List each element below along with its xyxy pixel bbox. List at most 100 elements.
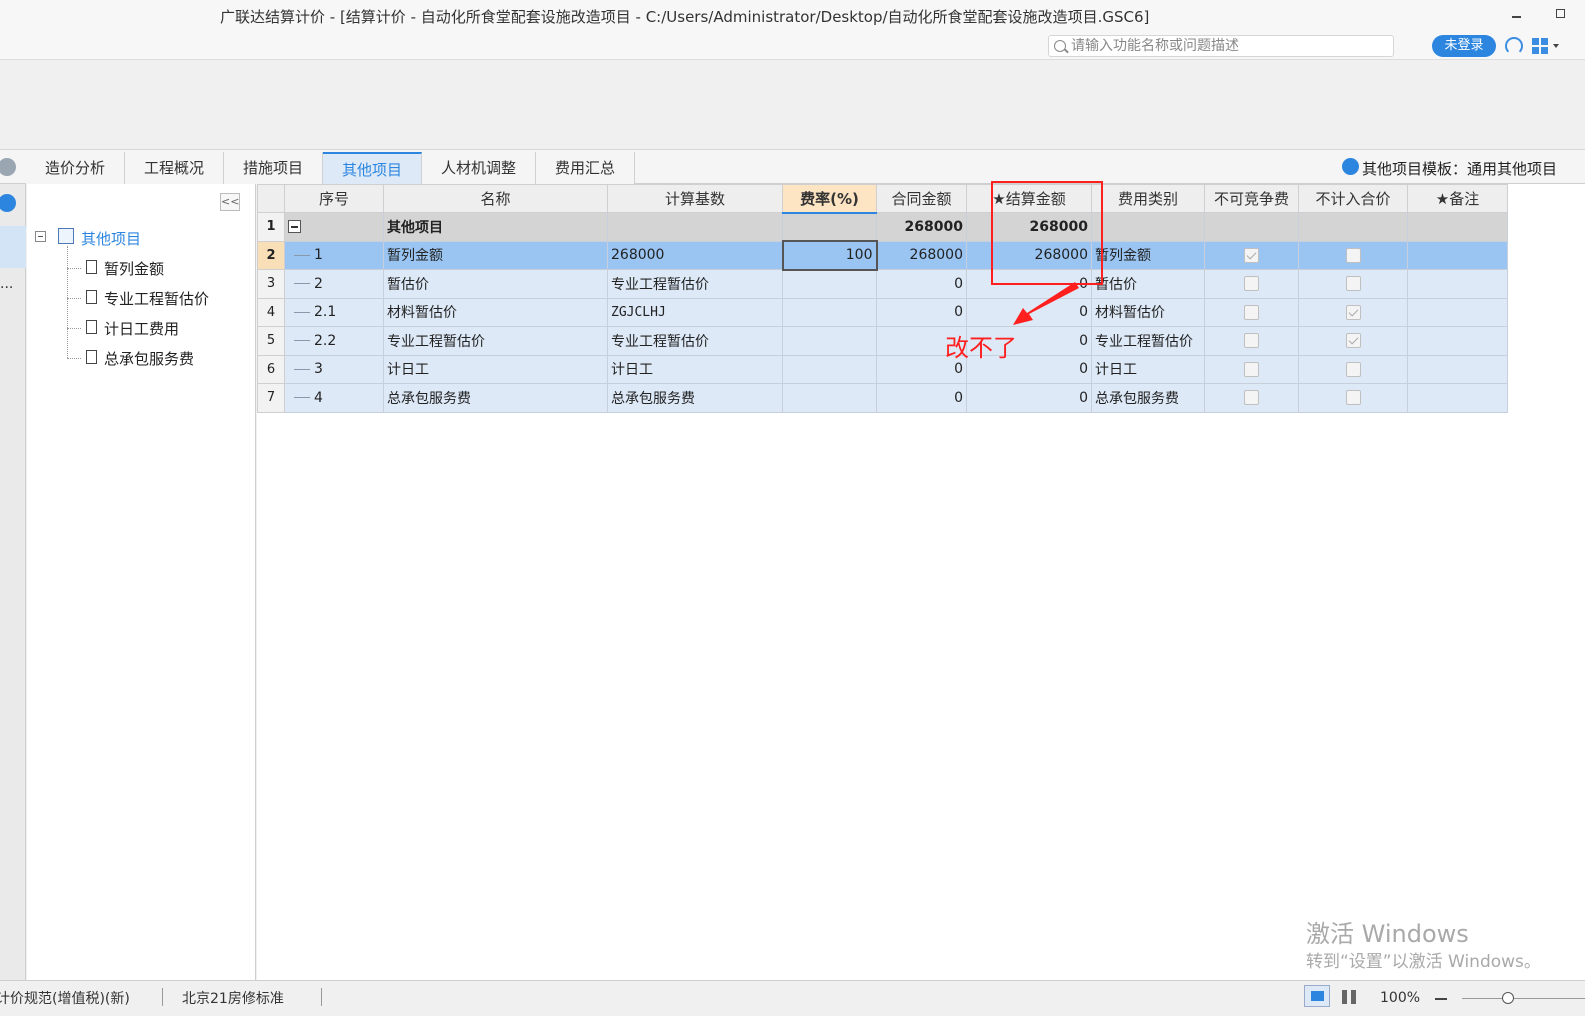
cell-note[interactable] bbox=[1407, 212, 1508, 242]
cell-name[interactable]: 材料暂估价 bbox=[383, 297, 608, 327]
col-header-base[interactable]: 计算基数 bbox=[607, 184, 783, 213]
cell-contract[interactable]: 268000 bbox=[876, 212, 967, 242]
cell-noncomp[interactable] bbox=[1204, 240, 1299, 270]
cell-exclude[interactable] bbox=[1298, 240, 1408, 270]
cell-seq[interactable]: 2 bbox=[284, 269, 384, 299]
table-row[interactable]: 1 其他项目 268000 268000 bbox=[257, 212, 1508, 242]
col-header-rate[interactable]: 费率(%) bbox=[782, 184, 877, 214]
cell-seq[interactable] bbox=[284, 212, 384, 242]
cell-name[interactable]: 其他项目 bbox=[383, 212, 608, 242]
search-box[interactable] bbox=[1048, 35, 1394, 57]
cell-category[interactable]: 总承包服务费 bbox=[1091, 383, 1205, 413]
zoom-slider-track[interactable] bbox=[1462, 998, 1585, 999]
cell-seq[interactable]: 4 bbox=[284, 383, 384, 413]
cell-seq[interactable]: 2.1 bbox=[284, 297, 384, 327]
side-strip-item[interactable] bbox=[0, 226, 26, 268]
zoom-out-icon[interactable] bbox=[1435, 998, 1447, 1000]
search-input[interactable] bbox=[1071, 37, 1389, 55]
cell-noncomp[interactable] bbox=[1204, 297, 1299, 327]
tree-root-other-items[interactable]: 其他项目 bbox=[81, 228, 141, 249]
row-number[interactable]: 1 bbox=[257, 212, 285, 242]
cell-base[interactable]: 268000 bbox=[607, 240, 783, 270]
cell-rate[interactable] bbox=[782, 212, 877, 242]
tab-project-overview[interactable]: 工程概况 bbox=[125, 152, 224, 184]
cell-rate[interactable]: 100 bbox=[781, 240, 878, 271]
apps-grid-icon[interactable] bbox=[1532, 38, 1548, 54]
tree-item-specialty-estimate[interactable]: 专业工程暂估价 bbox=[104, 288, 209, 309]
cell-rate[interactable] bbox=[782, 297, 877, 327]
col-header-noncompetitive[interactable]: 不可竞争费 bbox=[1204, 184, 1299, 213]
cell-category[interactable]: 计日工 bbox=[1091, 354, 1205, 384]
row-number[interactable]: 6 bbox=[257, 354, 285, 384]
exclude-checkbox[interactable] bbox=[1345, 390, 1361, 406]
cell-note[interactable] bbox=[1407, 383, 1508, 413]
cell-rate[interactable] bbox=[782, 269, 877, 299]
cell-noncomp[interactable] bbox=[1204, 269, 1299, 299]
cell-category[interactable]: 专业工程暂估价 bbox=[1091, 326, 1205, 356]
cell-exclude[interactable] bbox=[1298, 383, 1408, 413]
noncompetitive-checkbox[interactable] bbox=[1244, 304, 1259, 320]
cell-seq[interactable]: 1 bbox=[284, 240, 384, 270]
cell-contract[interactable]: 0 bbox=[876, 297, 967, 327]
col-header-name[interactable]: 名称 bbox=[383, 184, 608, 213]
col-header-exclude[interactable]: 不计入合价 bbox=[1298, 184, 1408, 213]
noncompetitive-checkbox[interactable] bbox=[1244, 276, 1259, 292]
cell-category[interactable] bbox=[1091, 212, 1205, 242]
cell-rate[interactable] bbox=[782, 326, 877, 356]
cell-base[interactable] bbox=[607, 212, 783, 242]
tree-item-general-contract-fee[interactable]: 总承包服务费 bbox=[104, 348, 194, 369]
view-list-icon[interactable] bbox=[1304, 985, 1330, 1007]
cell-name[interactable]: 总承包服务费 bbox=[383, 383, 608, 413]
cell-exclude[interactable] bbox=[1298, 297, 1408, 327]
table-row[interactable]: 7 4 总承包服务费 总承包服务费 0 0 总承包服务费 bbox=[257, 383, 1508, 413]
cell-name[interactable]: 暂估价 bbox=[383, 269, 608, 299]
cell-settle[interactable]: 0 bbox=[966, 383, 1092, 413]
row-number[interactable]: 5 bbox=[257, 326, 285, 356]
cell-category[interactable]: 暂估价 bbox=[1091, 269, 1205, 299]
table-row[interactable]: 6 3 计日工 计日工 0 0 计日工 bbox=[257, 354, 1508, 384]
cell-rate[interactable] bbox=[782, 383, 877, 413]
cell-rate[interactable] bbox=[782, 354, 877, 384]
table-row[interactable]: 5 2.2 专业工程暂估价 专业工程暂估价 0 专业工程暂估价 bbox=[257, 326, 1508, 356]
noncompetitive-checkbox[interactable] bbox=[1244, 333, 1259, 349]
col-header-contract-amount[interactable]: 合同金额 bbox=[876, 184, 967, 213]
cell-note[interactable] bbox=[1407, 354, 1508, 384]
tab-cost-analysis[interactable]: 造价分析 bbox=[26, 152, 125, 184]
table-row[interactable]: 2 1 暂列金额 268000 100 268000 268000 暂列金额 bbox=[257, 240, 1508, 271]
tree-item-daywork[interactable]: 计日工费用 bbox=[104, 318, 179, 339]
col-header-seq[interactable]: 序号 bbox=[284, 184, 384, 213]
cell-base[interactable]: ZGJCLHJ bbox=[607, 297, 783, 327]
noncompetitive-checkbox[interactable] bbox=[1244, 361, 1259, 377]
cell-contract[interactable]: 0 bbox=[876, 383, 967, 413]
collapse-panel-button[interactable]: << bbox=[220, 193, 240, 211]
table-row[interactable]: 3 2 暂估价 专业工程暂估价 0 0 暂估价 bbox=[257, 269, 1508, 299]
tab-other-items[interactable]: 其他项目 bbox=[323, 152, 422, 184]
row-number[interactable]: 4 bbox=[257, 297, 285, 327]
cell-name[interactable]: 专业工程暂估价 bbox=[383, 326, 608, 356]
row-number[interactable]: 2 bbox=[257, 240, 285, 270]
noncompetitive-checkbox[interactable] bbox=[1244, 390, 1259, 406]
exclude-checkbox[interactable] bbox=[1345, 333, 1361, 349]
cell-exclude[interactable] bbox=[1298, 326, 1408, 356]
side-strip-more[interactable]: ... bbox=[0, 276, 13, 292]
cell-note[interactable] bbox=[1407, 326, 1508, 356]
minimize-icon[interactable] bbox=[1512, 16, 1521, 18]
exclude-checkbox[interactable] bbox=[1345, 304, 1361, 320]
row-number[interactable]: 3 bbox=[257, 269, 285, 299]
exclude-checkbox[interactable] bbox=[1345, 247, 1361, 263]
cell-base[interactable]: 总承包服务费 bbox=[607, 383, 783, 413]
zoom-slider-thumb[interactable] bbox=[1502, 992, 1514, 1004]
restore-icon[interactable] bbox=[1556, 9, 1565, 18]
table-row[interactable]: 4 2.1 材料暂估价 ZGJCLHJ 0 0 材料暂估价 bbox=[257, 297, 1508, 327]
cell-name[interactable]: 暂列金额 bbox=[383, 240, 608, 270]
cell-note[interactable] bbox=[1407, 297, 1508, 327]
cell-exclude[interactable] bbox=[1298, 269, 1408, 299]
cell-seq[interactable]: 2.2 bbox=[284, 326, 384, 356]
tab-measure-items[interactable]: 措施项目 bbox=[224, 152, 323, 184]
cell-base[interactable]: 计日工 bbox=[607, 354, 783, 384]
cell-note[interactable] bbox=[1407, 269, 1508, 299]
cell-contract[interactable]: 0 bbox=[876, 269, 967, 299]
tab-labor-material-adjust[interactable]: 人材机调整 bbox=[422, 152, 536, 184]
login-button[interactable]: 未登录 bbox=[1432, 35, 1496, 57]
row-collapse-icon[interactable] bbox=[288, 220, 301, 234]
